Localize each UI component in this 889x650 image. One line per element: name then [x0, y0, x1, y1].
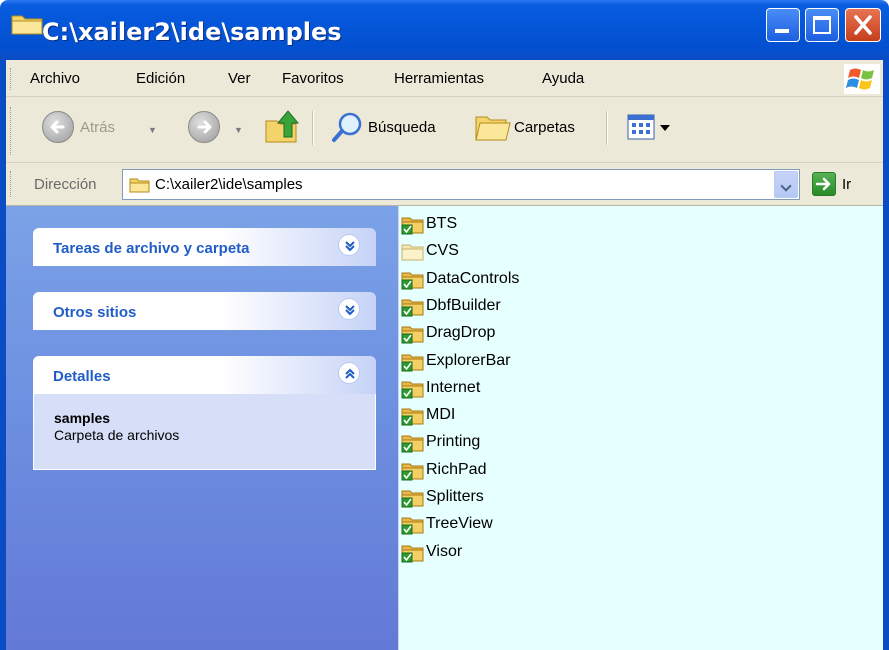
file-name: Printing — [426, 433, 481, 451]
back-arrow-icon — [50, 120, 65, 134]
address-bar: Dirección C:\xailer2\ide\samples Ir — [6, 163, 883, 206]
panel-header[interactable]: Otros sitios — [33, 292, 376, 330]
menu-archivo[interactable]: Archivo — [30, 70, 80, 87]
views-button[interactable] — [624, 111, 680, 145]
file-name: RichPad — [426, 460, 487, 478]
panel-title[interactable]: Detalles — [53, 368, 111, 385]
panel-header[interactable]: Tareas de archivo y carpeta — [33, 228, 376, 266]
file-name: CVS — [426, 242, 459, 260]
back-dropdown-icon[interactable]: ▼ — [148, 125, 157, 135]
toolbar-separator — [606, 111, 608, 145]
menu-favoritos[interactable]: Favoritos — [282, 70, 344, 87]
shared-folder-icon — [401, 217, 424, 235]
forward-dropdown-icon[interactable]: ▼ — [234, 125, 243, 135]
forward-button[interactable] — [188, 111, 220, 143]
details-panel: Detalles samples Carpeta de archivos — [33, 356, 376, 470]
shared-folder-icon — [401, 545, 424, 563]
file-name: Visor — [426, 542, 463, 560]
go-arrow-icon — [815, 177, 831, 191]
shared-folder-icon — [401, 490, 424, 508]
file-list[interactable]: BTS CVS DataControls DbfBuilder DragDrop Expl… — [398, 206, 883, 650]
details-name: samples — [54, 410, 111, 426]
folder-icon — [401, 244, 424, 261]
title-bar[interactable]: C:\xailer2\ide\samples — [0, 0, 889, 60]
chevron-up-icon — [345, 368, 355, 379]
expand-chevron-icon[interactable] — [338, 298, 360, 320]
search-button[interactable]: Búsqueda — [368, 119, 436, 136]
folder-icon — [129, 178, 150, 193]
file-name: Internet — [426, 378, 481, 396]
views-grid-icon — [627, 114, 670, 140]
folders-icon[interactable] — [472, 109, 512, 145]
address-grip[interactable] — [10, 171, 13, 197]
back-button[interactable] — [42, 111, 74, 143]
chevron-down-icon — [345, 305, 355, 316]
file-name: DataControls — [426, 269, 520, 287]
task-pane: Tareas de archivo y carpeta Otros sitios… — [6, 206, 398, 650]
search-icon[interactable] — [330, 110, 366, 146]
back-label: Atrás — [80, 119, 116, 136]
shared-folder-icon — [401, 354, 424, 371]
maximize-button[interactable] — [805, 8, 839, 42]
file-folder-tasks-panel: Tareas de archivo y carpeta — [33, 228, 376, 266]
shared-folder-icon — [401, 299, 424, 317]
other-places-panel: Otros sitios — [33, 292, 376, 330]
maximize-icon — [813, 16, 831, 34]
menu-ayuda[interactable]: Ayuda — [542, 70, 584, 87]
shared-folder-icon — [401, 408, 424, 426]
expand-chevron-icon[interactable] — [338, 234, 360, 256]
panel-title[interactable]: Tareas de archivo y carpeta — [53, 240, 250, 257]
file-name: Splitters — [426, 488, 484, 505]
toolbar-grip[interactable] — [10, 107, 13, 155]
file-name: TreeView — [426, 515, 493, 533]
shared-folder-icon — [401, 326, 424, 344]
file-name: ExplorerBar — [426, 351, 511, 369]
details-type: Carpeta de archivos — [54, 427, 180, 443]
go-label[interactable]: Ir — [842, 176, 851, 193]
shared-folder-icon — [401, 435, 424, 453]
minimize-icon — [775, 29, 789, 33]
file-name: MDI — [426, 406, 456, 424]
windows-logo-icon — [844, 64, 880, 94]
folder-icon — [11, 15, 43, 35]
collapse-chevron-icon[interactable] — [338, 362, 360, 384]
menu-herramientas[interactable]: Herramientas — [394, 70, 484, 87]
forward-arrow-icon — [197, 120, 212, 134]
toolbar-separator — [312, 111, 314, 145]
menu-ver[interactable]: Ver — [228, 70, 251, 87]
address-label: Dirección — [34, 176, 97, 193]
folders-button[interactable]: Carpetas — [514, 119, 575, 136]
shared-folder-icon — [401, 517, 424, 535]
minimize-button[interactable] — [766, 8, 800, 42]
close-icon — [854, 15, 872, 35]
menu-bar: Archivo Edición Ver Favoritos Herramient… — [6, 60, 883, 97]
up-folder-icon[interactable] — [262, 107, 302, 147]
file-name: DbfBuilder — [426, 296, 501, 314]
file-name: DragDrop — [426, 324, 496, 342]
panel-title[interactable]: Otros sitios — [53, 304, 136, 321]
go-button[interactable] — [812, 172, 836, 196]
address-dropdown-button[interactable] — [774, 171, 798, 198]
address-input[interactable]: C:\xailer2\ide\samples — [122, 169, 800, 200]
details-body: samples Carpeta de archivos — [33, 394, 376, 470]
shared-folder-icon — [401, 272, 424, 290]
window-frame-right — [883, 60, 889, 650]
standard-toolbar: Atrás ▼ ▼ Búsqueda Carpetas — [6, 97, 883, 163]
chevron-down-icon — [345, 241, 355, 252]
shared-folder-icon — [401, 381, 424, 399]
file-name: BTS — [426, 215, 458, 232]
address-value: C:\xailer2\ide\samples — [155, 176, 303, 193]
shared-folder-icon — [401, 463, 424, 481]
menu-edicion[interactable]: Edición — [136, 70, 185, 87]
menu-grip[interactable] — [10, 68, 13, 90]
close-button[interactable] — [845, 8, 881, 42]
window-title: C:\xailer2\ide\samples — [42, 18, 342, 46]
panel-header[interactable]: Detalles — [33, 356, 376, 394]
